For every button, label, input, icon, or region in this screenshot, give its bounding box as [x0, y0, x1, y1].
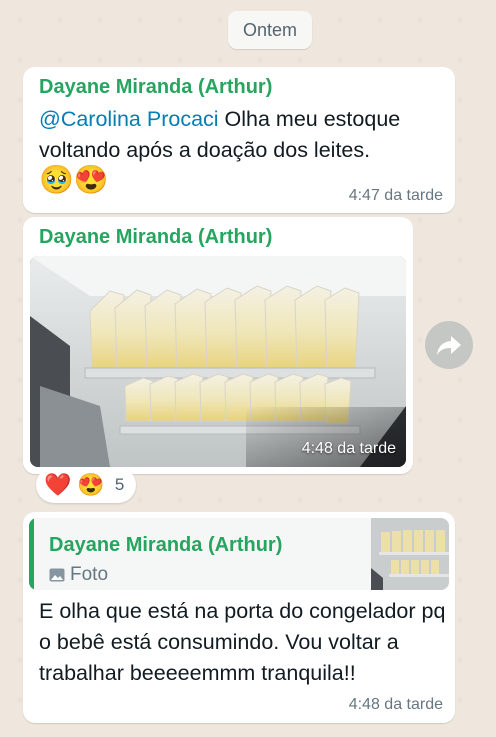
emoji-line: 🥹😍 — [39, 164, 109, 195]
quoted-message[interactable]: Dayane Miranda (Arthur) Foto — [29, 518, 449, 590]
forward-button[interactable] — [425, 321, 473, 369]
message-text: @Carolina Procaci Olha meu estoque volta… — [39, 104, 449, 166]
message-time: 4:48 da tarde — [348, 696, 443, 713]
message-time: 4:47 da tarde — [348, 187, 443, 204]
quote-bar — [29, 518, 34, 590]
heart-eyes-reaction: 😍 — [77, 472, 105, 497]
message-bubble[interactable]: Dayane Miranda (Arthur) @Carolina Procac… — [23, 67, 455, 213]
reaction-count: 5 — [114, 475, 125, 494]
forward-arrow-icon — [437, 336, 461, 355]
date-chip: Ontem — [228, 11, 312, 49]
message-text: E olha que está na porta do congelador p… — [39, 599, 446, 685]
sender-name[interactable]: Dayane Miranda (Arthur) — [39, 226, 272, 249]
mention-link[interactable]: @Carolina Procaci — [39, 107, 219, 131]
reply-message-bubble[interactable]: Dayane Miranda (Arthur) Foto E olha que … — [23, 512, 455, 723]
photo-shade — [246, 407, 406, 467]
heart-reaction: ❤️ — [44, 472, 72, 497]
quoted-photo-thumbnail — [371, 518, 449, 590]
reactions-pill[interactable]: ❤️ 😍 5 — [36, 467, 136, 503]
photo-time: 4:48 da tarde — [301, 440, 396, 457]
quoted-sender: Dayane Miranda (Arthur) — [49, 534, 283, 556]
image-icon — [49, 568, 65, 582]
photo-message-bubble[interactable]: Dayane Miranda (Arthur) 4:48 da tarde — [23, 217, 413, 474]
sender-name[interactable]: Dayane Miranda (Arthur) — [39, 76, 272, 99]
quoted-type-label: Foto — [70, 564, 109, 585]
quoted-type: Foto — [49, 564, 108, 586]
freezer-photo[interactable]: 4:48 da tarde — [30, 256, 406, 467]
